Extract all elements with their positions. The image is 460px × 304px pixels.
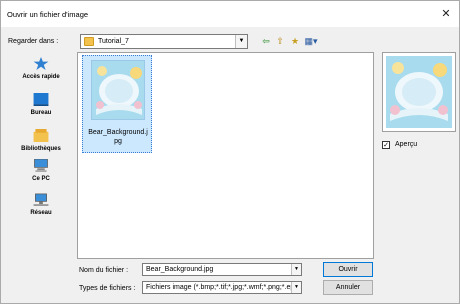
place-label: Bibliothèques [21,146,61,152]
cancel-button[interactable]: Annuler [323,280,373,295]
look-in-label: Regarder dans : [8,38,59,45]
place-desktop[interactable]: Bureau [8,93,74,116]
place-network[interactable]: Réseau [8,193,74,216]
open-image-dialog: Ouvrir un fichier d'image ✕ Regarder dan… [0,0,460,304]
file-name-line1: Bear_Background.j [88,129,148,136]
look-in-combo[interactable]: Tutorial_7 ▼ [80,34,248,49]
chevron-down-icon[interactable]: ▼ [291,282,301,293]
file-item[interactable]: Bear_Background.j pg [82,55,152,153]
place-label: Réseau [30,210,52,216]
preview-checkbox-label: Aperçu [395,141,418,148]
chevron-down-icon[interactable]: ▼ [291,264,301,275]
place-libraries[interactable]: Bibliothèques [8,129,74,152]
up-folder-icon[interactable]: ⇧ [274,35,286,47]
place-label: Bureau [30,110,52,116]
filetype-value: Fichiers image (*.bmp;*.tif;*.jpg;*.wmf;… [146,284,298,291]
preview-pane [382,52,456,132]
place-label: Accès rapide [22,74,60,80]
open-button[interactable]: Ouvrir [323,262,373,277]
file-thumbnail [91,60,145,120]
place-this-pc[interactable]: Ce PC [8,158,74,182]
computer-icon [34,158,48,172]
desktop-icon [33,93,49,106]
window-title: Ouvrir un fichier d'image [7,10,89,19]
look-in-value: Tutorial_7 [98,38,129,45]
back-arrow-icon[interactable]: ⇦ [260,35,272,47]
place-label: Ce PC [32,176,50,182]
chevron-down-icon[interactable]: ▼ [235,35,247,48]
filetype-label: Types de fichiers : [79,285,136,292]
filename-field[interactable]: Bear_Background.jpg ▼ [142,263,302,276]
folder-icon [84,37,94,46]
filetype-select[interactable]: Fichiers image (*.bmp;*.tif;*.jpg;*.wmf;… [142,281,302,294]
filename-value[interactable]: Bear_Background.jpg [146,266,213,273]
close-icon[interactable]: ✕ [435,5,457,23]
new-folder-icon[interactable]: ★ [289,35,301,47]
preview-checkbox[interactable]: ✓ [382,141,390,149]
file-name-line2: pg [114,138,122,145]
file-name: Bear_Background.j pg [85,128,151,146]
places-bar: Accès rapide Bureau Bibliothèques Ce PC [8,53,74,285]
view-menu-icon[interactable]: ▦▾ [303,35,319,47]
place-quick-access[interactable]: Accès rapide [8,57,74,80]
library-icon [33,129,49,142]
filename-label: Nom du fichier : [79,267,129,274]
title-bar: Ouvrir un fichier d'image ✕ [1,1,459,27]
preview-image [386,56,452,128]
star-icon [33,57,49,70]
network-icon [33,193,49,206]
file-list[interactable]: Bear_Background.j pg [77,52,374,259]
